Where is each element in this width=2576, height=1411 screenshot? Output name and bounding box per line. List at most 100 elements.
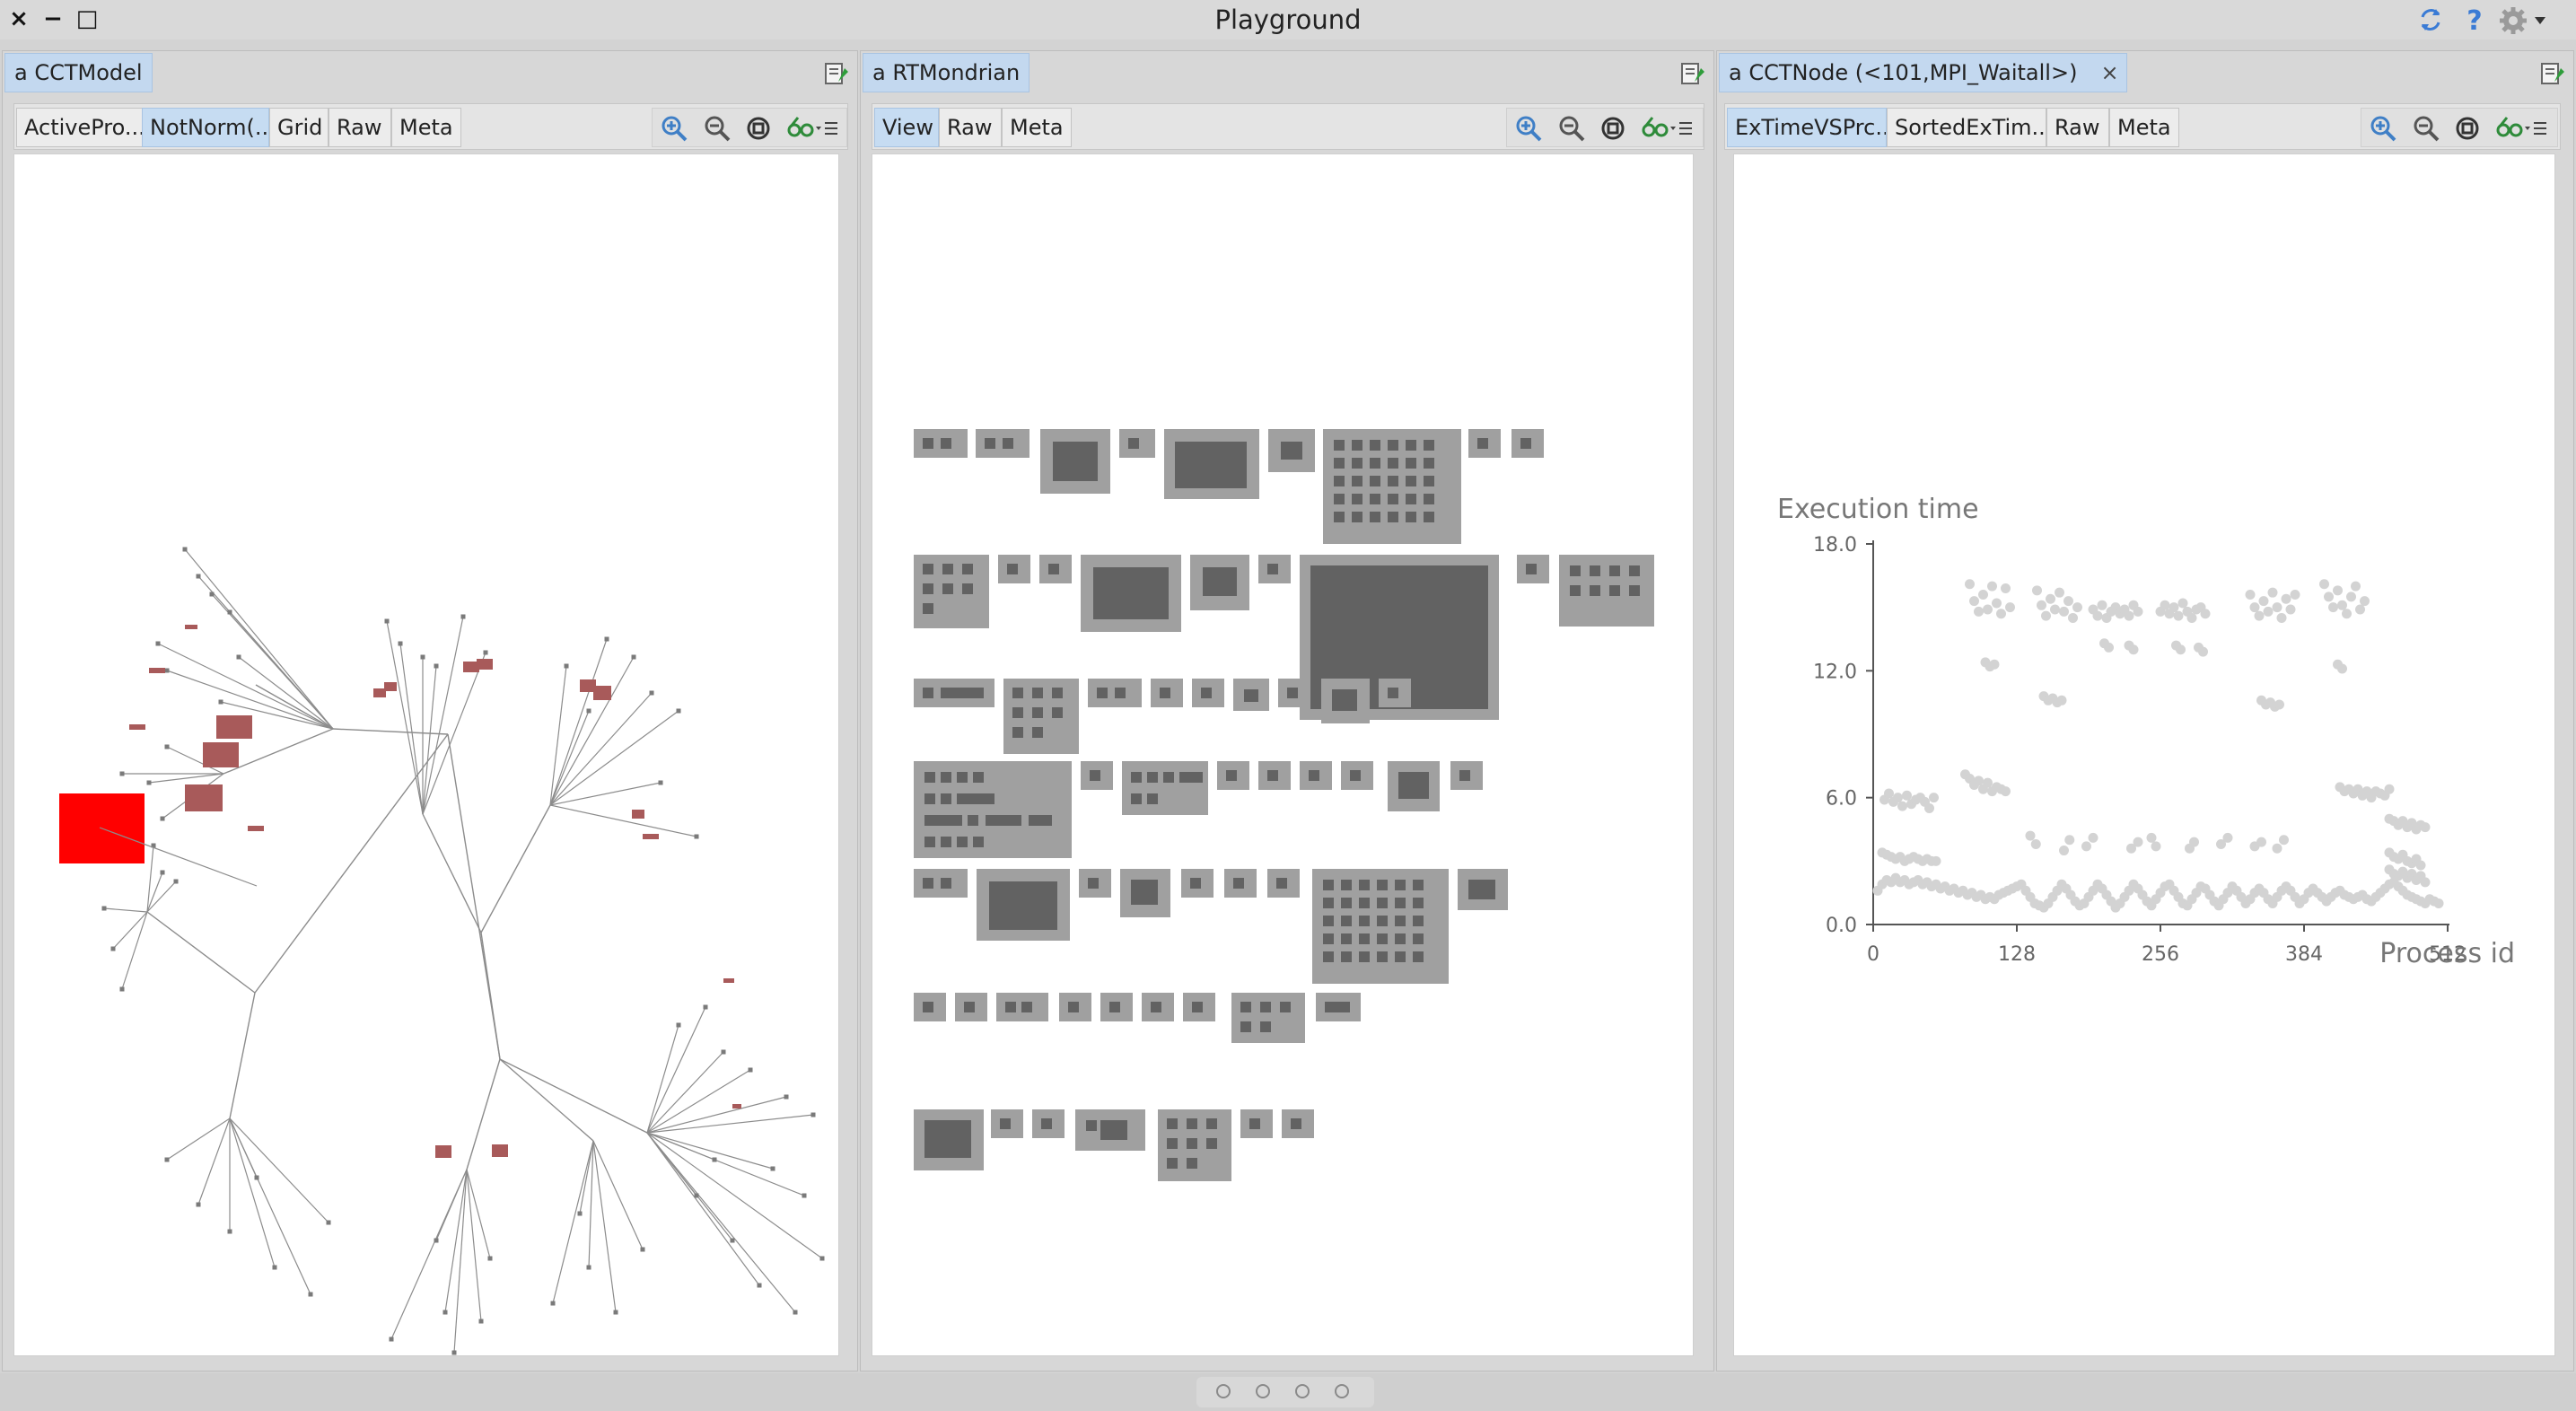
x-tick-label: 256	[2142, 943, 2179, 966]
tab-not-normalized[interactable]: NotNorm(...	[142, 108, 269, 147]
zoom-fit-icon[interactable]	[2451, 112, 2484, 145]
hotspot-node	[723, 978, 734, 983]
data-point	[2055, 587, 2064, 598]
mondrian-box	[1142, 993, 1174, 1021]
window-minimize-button[interactable]: −	[39, 4, 66, 34]
inspect-icon[interactable]	[2493, 112, 2550, 145]
hotspot-node	[248, 826, 264, 831]
data-point	[2032, 585, 2042, 596]
data-point	[1978, 590, 1988, 600]
tree-node	[254, 1175, 259, 1180]
mondrian-box	[1039, 555, 1072, 583]
tab-grid[interactable]: Grid	[269, 108, 329, 147]
mondrian-box	[1040, 429, 1110, 494]
mondrian-box	[1233, 679, 1269, 711]
window-close-button[interactable]: ×	[5, 4, 32, 34]
zoom-fit-icon[interactable]	[1597, 112, 1629, 145]
tab-sorted-extime[interactable]: SortedExTim...	[1887, 108, 2046, 147]
hotspot-node	[643, 834, 659, 839]
data-point	[2254, 610, 2265, 621]
close-tab-icon[interactable]: ×	[2100, 60, 2118, 85]
data-point	[2324, 592, 2334, 602]
mondrian-box	[1278, 679, 1310, 707]
mondrian-canvas[interactable]	[872, 153, 1694, 1356]
mondrian-box	[1468, 429, 1501, 458]
tree-node	[218, 699, 223, 705]
zoom-in-icon[interactable]	[1512, 112, 1545, 145]
view-tabbar: ExTimeVSPrc... SortedExTim... Raw Meta	[1724, 103, 2561, 150]
zoom-fit-icon[interactable]	[742, 112, 775, 145]
tree-canvas[interactable]	[13, 153, 839, 1356]
tab-extime-vs-process[interactable]: ExTimeVSPrc...	[1727, 108, 1887, 147]
tree-node	[119, 771, 125, 776]
panel-action-icon[interactable]	[2539, 60, 2566, 87]
data-point	[2351, 581, 2361, 592]
window-maximize-button[interactable]: □	[74, 4, 101, 34]
tree-node	[160, 870, 165, 875]
tab-raw[interactable]: Raw	[329, 108, 391, 147]
mondrian-box	[1458, 869, 1508, 910]
tree-node	[640, 1247, 645, 1252]
help-icon[interactable]: ?	[2461, 5, 2488, 38]
mondrian-box	[1120, 869, 1170, 917]
panel-tab-cct-node[interactable]: a CCTNode (<101,MPI_Waitall>) ×	[1719, 53, 2127, 92]
tree-node	[451, 1350, 457, 1355]
mondrian-box	[1450, 761, 1483, 790]
zoom-in-icon[interactable]	[2367, 112, 2399, 145]
tab-meta[interactable]: Meta	[391, 108, 461, 147]
panel-tab-cct-model[interactable]: a CCTModel	[4, 53, 153, 92]
tree-node	[784, 1094, 789, 1100]
mondrian-box	[976, 429, 1030, 458]
mondrian-box	[1517, 555, 1549, 583]
tree-node	[694, 834, 699, 839]
zoom-out-icon[interactable]	[1555, 112, 1588, 145]
gear-icon[interactable]	[2499, 5, 2553, 44]
tab-view[interactable]: View	[874, 108, 939, 147]
zoom-out-icon[interactable]	[701, 112, 733, 145]
data-point	[2337, 600, 2347, 610]
data-point	[1924, 802, 1934, 813]
page-dot[interactable]	[1216, 1384, 1231, 1398]
x-tick-label: 0	[1867, 943, 1879, 966]
inspect-icon[interactable]	[1638, 112, 1695, 145]
y-tick-label: 6.0	[1826, 788, 1857, 811]
refresh-icon[interactable]	[2416, 5, 2445, 42]
zoom-in-icon[interactable]	[658, 112, 690, 145]
panel-tab-rt-mondrian[interactable]: a RTMondrian	[863, 53, 1030, 92]
tree-node	[586, 708, 591, 714]
inspect-icon[interactable]	[784, 112, 841, 145]
tree-node	[398, 641, 403, 646]
data-point	[2176, 644, 2186, 655]
tab-raw[interactable]: Raw	[939, 108, 1002, 147]
panel-action-icon[interactable]	[1679, 60, 1706, 87]
mondrian-box	[1081, 761, 1113, 790]
tab-active-processes[interactable]: ActivePro...	[16, 108, 144, 147]
data-point	[2189, 837, 2199, 847]
tree-node	[730, 1238, 735, 1243]
mondrian-box	[1032, 1109, 1065, 1138]
tree-node	[631, 654, 636, 660]
data-point	[2064, 835, 2075, 846]
mondrian-box	[914, 761, 1072, 858]
tree-node	[434, 663, 439, 669]
data-point	[2025, 830, 2036, 841]
data-point	[2072, 602, 2082, 613]
panel-action-icon[interactable]	[823, 60, 850, 87]
tab-raw[interactable]: Raw	[2046, 108, 2109, 147]
tree-node	[586, 1265, 591, 1270]
page-dot[interactable]	[1295, 1384, 1310, 1398]
view-tabbar: View Raw Meta	[872, 103, 1704, 150]
exec-time-scatter-chart: 0 128 256 384 5120.06.012.018.0Execution tim…	[1777, 494, 2515, 969]
panel-cct-model: a CCTModel ActivePro... NotNorm(... Grid…	[2, 50, 858, 1372]
tree-node	[236, 654, 241, 660]
data-point	[2173, 610, 2184, 621]
tab-meta[interactable]: Meta	[1002, 108, 1072, 147]
tree-node	[160, 816, 165, 821]
chart-canvas[interactable]: 0 128 256 384 512 0.0 6.0 12.0 18.0 Execution tim…	[1733, 153, 2555, 1356]
data-point	[2068, 612, 2078, 623]
tab-meta[interactable]: Meta	[2109, 108, 2179, 147]
page-dot[interactable]	[1335, 1384, 1349, 1398]
page-dot[interactable]	[1256, 1384, 1270, 1398]
zoom-out-icon[interactable]	[2410, 112, 2442, 145]
hotspot-node	[632, 810, 644, 819]
